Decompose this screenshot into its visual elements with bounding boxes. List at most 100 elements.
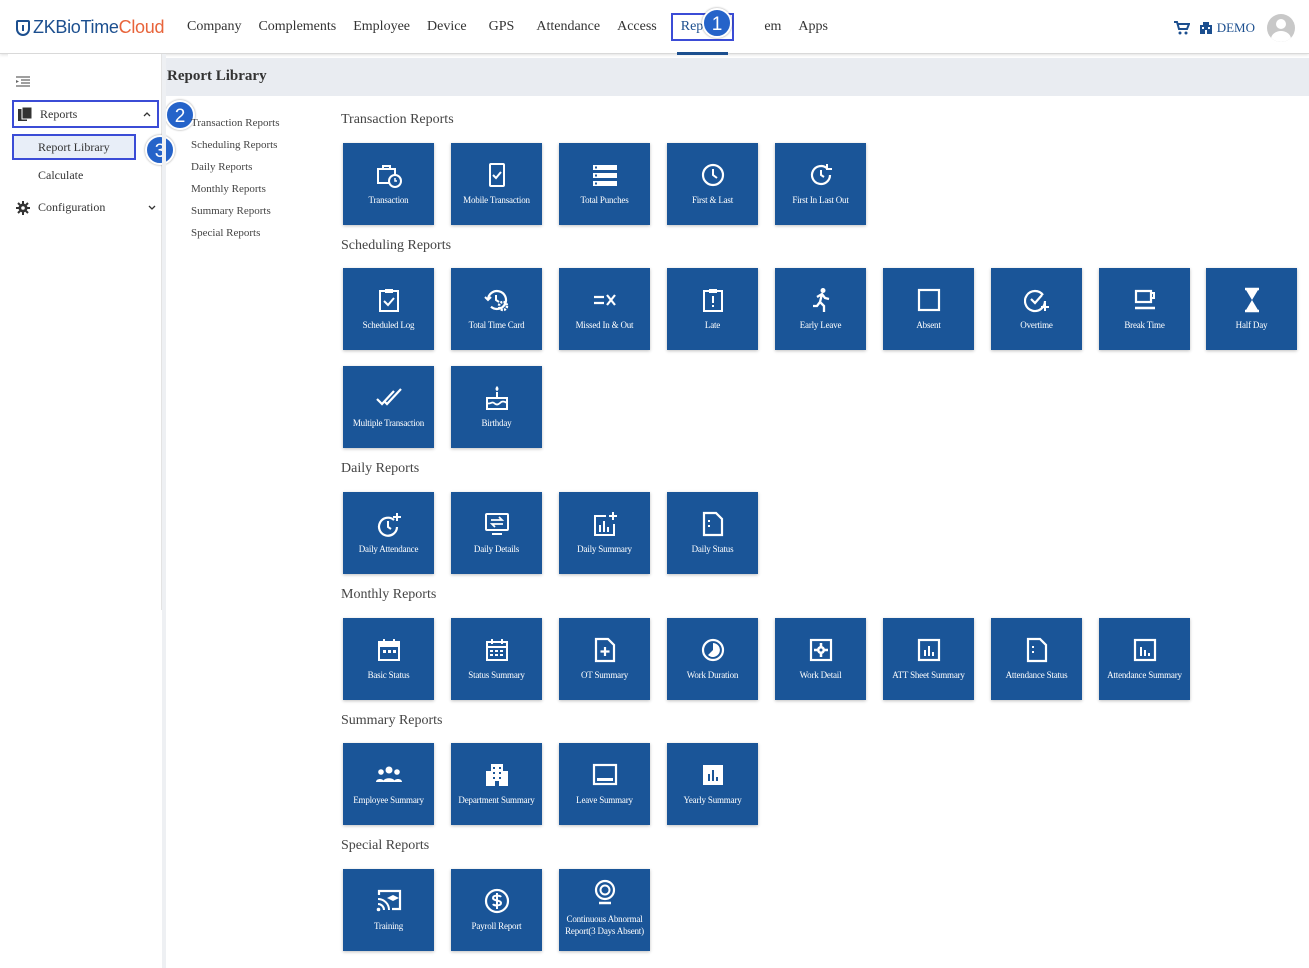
tile-department-summary[interactable]: Department Summary [451, 743, 542, 825]
building-icon [486, 764, 508, 786]
square-icon [917, 288, 941, 312]
reports-icon [18, 107, 32, 121]
tile-transaction[interactable]: Transaction [343, 143, 434, 225]
tile-missed-in-out[interactable]: Missed In & Out [559, 268, 650, 350]
running-person-icon [813, 288, 830, 312]
tile-daily-details[interactable]: Daily Details [451, 492, 542, 574]
tile-total-punches[interactable]: Total Punches [559, 143, 650, 225]
nav-device[interactable]: Device [427, 0, 467, 54]
tile-multiple-transaction[interactable]: Multiple Transaction [343, 366, 434, 448]
avatar[interactable] [1267, 14, 1295, 42]
section-title-monthly: Monthly Reports [341, 587, 437, 602]
nav-system[interactable]: em [764, 0, 781, 54]
tile-continuous-abnormal[interactable]: Continuous Abnormal Report(3 Days Absent… [559, 869, 650, 951]
document-list-icon [1026, 637, 1048, 663]
tile-birthday[interactable]: Birthday [451, 366, 542, 448]
group-icon [376, 766, 402, 782]
category-special[interactable]: Special Reports [191, 225, 280, 247]
category-summary[interactable]: Summary Reports [191, 203, 280, 225]
category-daily[interactable]: Daily Reports [191, 159, 280, 181]
tile-attendance-summary[interactable]: Attendance Summary [1099, 618, 1190, 700]
tile-basic-status[interactable]: Basic Status [343, 618, 434, 700]
nav-complements[interactable]: Complements [258, 0, 336, 54]
top-bar: ZKBioTime Cloud Company Complements Emplo… [0, 0, 1309, 55]
tile-late[interactable]: Late [667, 268, 758, 350]
tile-label: Leave Summary [576, 795, 633, 805]
clock-plus-icon [377, 513, 401, 537]
tile-daily-summary[interactable]: Daily Summary [559, 492, 650, 574]
tile-employee-summary[interactable]: Employee Summary [343, 743, 434, 825]
cart-icon[interactable] [1173, 21, 1190, 35]
category-list: Transaction Reports Scheduling Reports D… [191, 115, 280, 247]
tile-label: Early Leave [799, 320, 842, 330]
category-transaction[interactable]: Transaction Reports [191, 115, 280, 137]
tile-label: Basic Status [367, 670, 410, 680]
sidebar-item-report-library[interactable]: Report Library [12, 134, 136, 160]
tile-total-time-card[interactable]: Total Time Card [451, 268, 542, 350]
tile-daily-attendance[interactable]: Daily Attendance [343, 492, 434, 574]
collapse-menu-icon[interactable] [16, 76, 30, 88]
tile-leave-summary[interactable]: Leave Summary [559, 743, 650, 825]
app-logo[interactable]: ZKBioTime Cloud [16, 17, 164, 38]
tile-early-leave[interactable]: Early Leave [775, 268, 866, 350]
tile-break-time[interactable]: Break Time [1099, 268, 1190, 350]
cake-icon [486, 386, 508, 410]
page-title: Report Library [167, 68, 267, 84]
tile-daily-status[interactable]: Daily Status [667, 492, 758, 574]
tile-label: Training [373, 921, 404, 931]
nav-employee[interactable]: Employee [353, 0, 410, 54]
document-plus-icon [594, 637, 616, 663]
category-scheduling[interactable]: Scheduling Reports [191, 137, 280, 159]
user-name[interactable]: DEMO [1217, 20, 1255, 36]
category-monthly[interactable]: Monthly Reports [191, 181, 280, 203]
clipboard-alert-icon [703, 289, 723, 312]
chevron-up-icon [143, 112, 151, 117]
tile-mobile-transaction[interactable]: Mobile Transaction [451, 143, 542, 225]
tile-label: First In Last Out [792, 195, 849, 205]
tile-yearly-summary[interactable]: Yearly Summary [667, 743, 758, 825]
tile-first-in-last-out[interactable]: First In Last Out [775, 143, 866, 225]
tile-label: Attendance Status [1005, 670, 1068, 680]
nav-gps[interactable]: GPS [489, 0, 515, 54]
tile-work-detail[interactable]: Work Detail [775, 618, 866, 700]
tile-training[interactable]: Training [343, 869, 434, 951]
tile-attendance-status[interactable]: Attendance Status [991, 618, 1082, 700]
chevron-down-icon [148, 205, 156, 210]
briefcase-clock-icon [377, 165, 402, 188]
tile-label: Payroll Report [471, 921, 522, 931]
tile-work-duration[interactable]: Work Duration [667, 618, 758, 700]
sidebar-item-reports[interactable]: Reports [12, 100, 159, 128]
section-title-scheduling: Scheduling Reports [341, 238, 452, 253]
tile-first-last[interactable]: First & Last [667, 143, 758, 225]
tile-ot-summary[interactable]: OT Summary [559, 618, 650, 700]
sidebar-item-calculate[interactable]: Calculate [38, 168, 83, 183]
nav-apps[interactable]: Apps [798, 0, 828, 54]
tile-payroll-report[interactable]: Payroll Report [451, 869, 542, 951]
refresh-clock-icon [810, 164, 832, 186]
nav-company[interactable]: Company [187, 0, 241, 54]
tile-label: Work Detail [799, 670, 842, 680]
logo-accent-text: Cloud [118, 17, 165, 37]
tile-absent[interactable]: Absent [883, 268, 974, 350]
nav-attendance[interactable]: Attendance [536, 0, 600, 54]
annotation-badge-3: 3 [145, 135, 175, 165]
tile-overtime[interactable]: Overtime [991, 268, 1082, 350]
tile-att-sheet-summary[interactable]: ATT Sheet Summary [883, 618, 974, 700]
tile-label: Total Punches [580, 195, 629, 205]
nav-access[interactable]: Access [617, 0, 657, 54]
tile-scheduled-log[interactable]: Scheduled Log [343, 268, 434, 350]
section-title-special: Special Reports [341, 838, 430, 853]
check-circle-plus-icon [1024, 289, 1049, 313]
tile-label: Department Summary [458, 795, 535, 805]
main-nav: Company Complements Employee Device GPS … [187, 0, 845, 55]
tile-status-summary[interactable]: Status Summary [451, 618, 542, 700]
tile-half-day[interactable]: Half Day [1206, 268, 1297, 350]
list-icon [593, 165, 617, 186]
sidebar-item-configuration[interactable]: Configuration [16, 200, 156, 215]
sidebar-item-label: Report Library [38, 139, 110, 154]
tile-label: Daily Summary [577, 544, 632, 554]
calendar-grid-icon [486, 639, 508, 661]
section-title-summary: Summary Reports [341, 713, 443, 728]
dollar-circle-icon [484, 888, 510, 914]
mobile-check-icon [489, 163, 505, 187]
